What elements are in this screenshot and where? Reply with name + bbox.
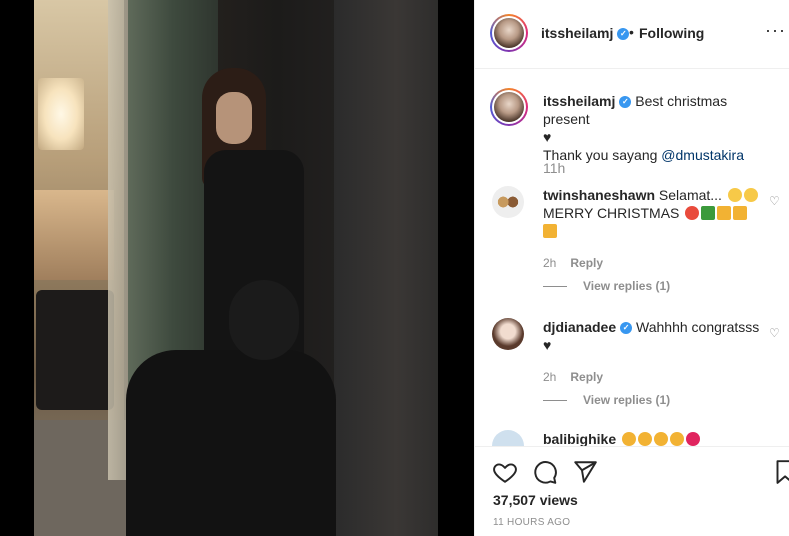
comment-meta: 2h Reply — [543, 256, 603, 270]
comment-username[interactable]: twinshaneshawn — [543, 187, 655, 203]
heart-icon[interactable] — [492, 459, 518, 485]
comment-like-icon[interactable]: ♡ — [769, 326, 780, 340]
view-replies-button[interactable]: View replies (1) — [543, 279, 670, 293]
santa-emoji — [685, 206, 700, 220]
comment-time: 2h — [543, 370, 557, 384]
avatar-image — [494, 92, 524, 122]
comment-meta: 2h Reply — [543, 370, 603, 384]
comment-text: balibighike — [543, 430, 773, 446]
scene-shelf — [34, 190, 114, 280]
comment-username[interactable]: balibighike — [543, 431, 616, 446]
post-header: itssheilamj ✓ • Following ··· — [475, 0, 789, 69]
video-frame — [34, 0, 438, 536]
view-replies-label[interactable]: View replies (1) — [583, 279, 670, 293]
caption-username[interactable]: itssheilamj — [543, 93, 615, 109]
black-heart-emoji: ♥ — [543, 129, 552, 145]
post-actions: 37,507 views 11 HOURS AGO — [475, 446, 789, 536]
share-icon[interactable] — [572, 459, 598, 485]
verified-badge-icon: ✓ — [619, 96, 632, 109]
view-count[interactable]: 37,507 views — [493, 492, 578, 508]
post-username-text[interactable]: itssheilamj — [541, 25, 613, 41]
tree-emoji — [701, 206, 716, 220]
avatar-border — [492, 16, 526, 50]
scene-wall-right — [334, 0, 438, 536]
comment-avatar[interactable] — [492, 186, 524, 218]
comment-time: 2h — [543, 256, 557, 270]
comment-text: twinshaneshawn Selamat... MERRY CHRISTMA… — [543, 186, 773, 240]
red-heart-emoji — [686, 432, 701, 446]
separator-dot: • — [629, 24, 634, 40]
reply-button[interactable]: Reply — [570, 256, 603, 270]
hugging-emoji — [743, 188, 758, 202]
post-timestamp[interactable]: 11 HOURS AGO — [493, 517, 570, 528]
emoji — [622, 432, 637, 446]
avatar-image — [494, 18, 524, 48]
scene-lamp — [38, 78, 84, 150]
party-popper-emoji — [717, 206, 732, 220]
comment-body: Selamat... — [658, 187, 722, 203]
black-heart-emoji: ♥ — [543, 337, 552, 353]
scene-man-body — [126, 350, 336, 536]
comment-icon[interactable] — [532, 459, 558, 485]
caption-text: itssheilamj ✓ Best christmas present ♥ Th… — [543, 92, 773, 164]
comment-avatar[interactable] — [492, 430, 524, 446]
comments-list[interactable]: itssheilamj ✓ Best christmas present ♥ Th… — [475, 70, 789, 446]
caption-time: 11h — [543, 160, 566, 176]
party-popper-emoji — [543, 224, 557, 238]
comment-body-line2: MERRY CHRISTMAS — [543, 205, 680, 221]
comment-text: djdianadee ✓ Wahhhh congratsss ♥ — [543, 318, 773, 354]
view-replies-label[interactable]: View replies (1) — [583, 393, 670, 407]
comment-avatar[interactable] — [492, 318, 524, 350]
post-side-panel: itssheilamj ✓ • Following ··· itssheilamj… — [474, 0, 789, 536]
following-button[interactable]: Following — [639, 25, 704, 41]
avatar[interactable] — [490, 14, 528, 52]
more-horizontal-icon[interactable]: ··· — [765, 20, 786, 41]
post-video[interactable] — [0, 0, 474, 536]
caption-avatar[interactable] — [490, 88, 528, 126]
mention-link[interactable]: @dmustakira — [661, 147, 744, 163]
avatar-border — [492, 90, 526, 124]
post-username[interactable]: itssheilamj ✓ — [541, 25, 630, 41]
emoji — [638, 432, 653, 446]
party-popper-emoji — [733, 206, 748, 220]
verified-badge-icon: ✓ — [620, 322, 633, 335]
emoji — [670, 432, 685, 446]
replies-divider — [543, 285, 567, 287]
scene-man-head — [229, 280, 299, 360]
verified-badge-icon: ✓ — [617, 28, 630, 41]
bookmark-icon[interactable] — [771, 459, 789, 485]
instagram-post-modal: itssheilamj ✓ • Following ··· itssheilamj… — [0, 0, 789, 536]
comment-body: Wahhhh congratsss — [636, 319, 760, 335]
comment-like-icon[interactable]: ♡ — [769, 194, 780, 208]
comment-username[interactable]: djdianadee — [543, 319, 616, 335]
heart-eyes-emoji — [727, 188, 742, 202]
scene-chair — [36, 290, 114, 410]
emoji — [654, 432, 669, 446]
view-replies-button[interactable]: View replies (1) — [543, 393, 670, 407]
replies-divider — [543, 399, 567, 401]
reply-button[interactable]: Reply — [570, 370, 603, 384]
scene-woman-face — [216, 92, 252, 144]
